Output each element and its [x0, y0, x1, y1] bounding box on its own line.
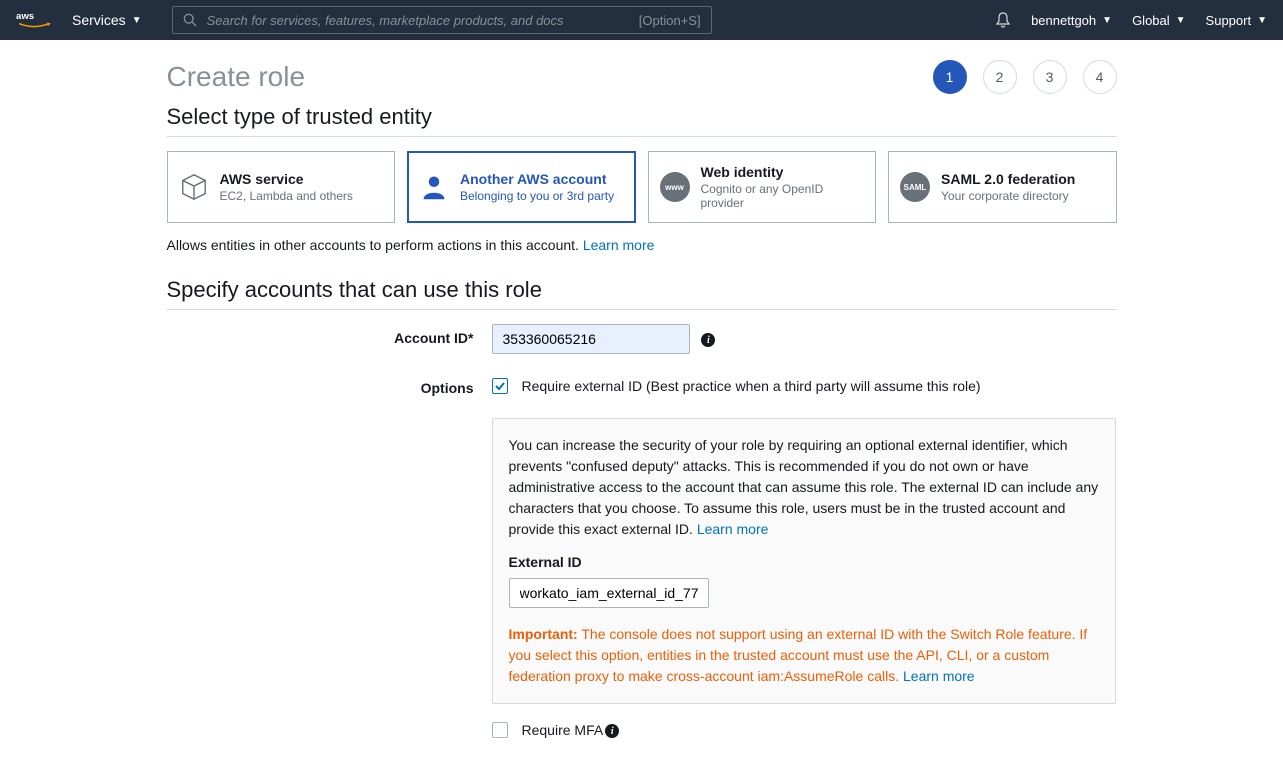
entity-cards: AWS service EC2, Lambda and others Anoth…	[167, 151, 1117, 223]
entity-another-aws-account[interactable]: Another AWS account Belonging to you or …	[407, 151, 636, 223]
require-external-id-label: Require external ID (Best practice when …	[522, 378, 981, 394]
user-icon	[418, 171, 450, 203]
user-menu[interactable]: bennettgoh ▼	[1031, 13, 1112, 28]
caret-down-icon: ▼	[1102, 15, 1112, 26]
search-shortcut: [Option+S]	[639, 13, 701, 28]
search-icon	[183, 13, 197, 27]
support-label: Support	[1206, 13, 1252, 28]
account-id-input[interactable]	[492, 324, 690, 354]
search-input[interactable]: Search for services, features, marketpla…	[172, 6, 712, 34]
external-id-info-box: You can increase the security of your ro…	[492, 418, 1116, 704]
learn-more-link[interactable]: Learn more	[697, 521, 769, 537]
entity-description: Allows entities in other accounts to per…	[167, 237, 1117, 253]
card-title: Web identity	[701, 164, 866, 180]
user-label: bennettgoh	[1031, 13, 1096, 28]
entity-web-identity[interactable]: www Web identity Cognito or any OpenID p…	[648, 151, 877, 223]
learn-more-link[interactable]: Learn more	[903, 668, 975, 684]
card-title: Another AWS account	[460, 171, 614, 187]
main-content: Create role 1 2 3 4 Select type of trust…	[167, 40, 1117, 778]
specify-accounts-heading: Specify accounts that can use this role	[167, 277, 1117, 310]
entity-saml-federation[interactable]: SAML SAML 2.0 federation Your corporate …	[888, 151, 1117, 223]
card-subtitle: EC2, Lambda and others	[220, 189, 353, 203]
external-id-label: External ID	[509, 554, 1099, 570]
entity-aws-service[interactable]: AWS service EC2, Lambda and others	[167, 151, 396, 223]
account-id-label: Account ID*	[167, 324, 492, 354]
caret-down-icon: ▼	[1176, 15, 1186, 26]
wizard-steps: 1 2 3 4	[933, 60, 1117, 94]
external-id-input[interactable]	[509, 578, 709, 608]
trusted-entity-heading: Select type of trusted entity	[167, 104, 1117, 137]
services-label: Services	[72, 12, 126, 28]
desc-text: Allows entities in other accounts to per…	[167, 237, 583, 253]
card-subtitle: Your corporate directory	[941, 189, 1075, 203]
saml-icon: SAML	[899, 171, 931, 203]
page-title: Create role	[167, 61, 933, 93]
services-menu[interactable]: Services ▼	[72, 12, 142, 28]
options-label: Options	[167, 378, 492, 738]
card-subtitle: Cognito or any OpenID provider	[701, 182, 866, 210]
cube-icon	[178, 171, 210, 203]
step-4[interactable]: 4	[1083, 60, 1117, 94]
region-label: Global	[1132, 13, 1170, 28]
important-text: The console does not support using an ex…	[509, 626, 1088, 684]
step-2[interactable]: 2	[983, 60, 1017, 94]
caret-down-icon: ▼	[132, 15, 142, 26]
step-3[interactable]: 3	[1033, 60, 1067, 94]
info-icon[interactable]: i	[605, 724, 619, 738]
require-mfa-checkbox[interactable]	[492, 722, 508, 738]
svg-text:aws: aws	[16, 11, 34, 22]
card-subtitle: Belonging to you or 3rd party	[460, 189, 614, 203]
top-nav: aws Services ▼ Search for services, feat…	[0, 0, 1283, 40]
caret-down-icon: ▼	[1257, 15, 1267, 26]
search-placeholder: Search for services, features, marketpla…	[207, 13, 564, 28]
info-icon[interactable]: i	[701, 333, 715, 347]
www-icon: www	[659, 171, 691, 203]
card-title: SAML 2.0 federation	[941, 171, 1075, 187]
aws-logo[interactable]: aws	[16, 9, 52, 31]
require-mfa-label: Require MFA	[522, 722, 604, 738]
aws-logo-icon: aws	[16, 9, 52, 31]
card-title: AWS service	[220, 171, 353, 187]
step-1[interactable]: 1	[933, 60, 967, 94]
notifications-button[interactable]	[995, 12, 1011, 28]
require-external-id-checkbox[interactable]	[492, 378, 508, 394]
region-menu[interactable]: Global ▼	[1132, 13, 1185, 28]
learn-more-link[interactable]: Learn more	[583, 237, 655, 253]
important-label: Important:	[509, 626, 578, 642]
support-menu[interactable]: Support ▼	[1206, 13, 1267, 28]
bell-icon	[995, 12, 1011, 28]
external-id-desc: You can increase the security of your ro…	[509, 437, 1099, 537]
